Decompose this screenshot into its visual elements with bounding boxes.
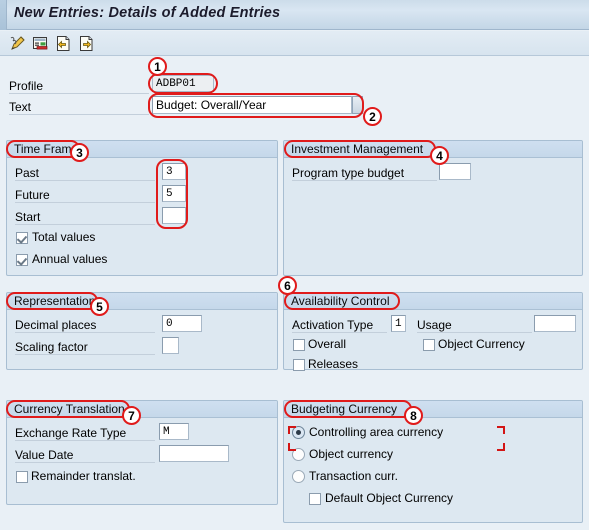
currency-translation-group: Currency Translation Exchange Rate Type … bbox=[6, 400, 278, 505]
pencil-edit-icon[interactable] bbox=[9, 35, 26, 52]
time-frame-title: Time Frame bbox=[14, 142, 79, 156]
default-object-currency-checkbox[interactable] bbox=[309, 493, 321, 505]
past-value-field[interactable]: 3 bbox=[162, 163, 186, 180]
availability-control-title: Availability Control bbox=[291, 294, 390, 308]
availability-control-header: Availability Control bbox=[284, 293, 582, 310]
transaction-curr-label: Transaction curr. bbox=[309, 469, 398, 483]
start-label-rule bbox=[15, 224, 155, 225]
scaling-factor-value-field[interactable] bbox=[162, 337, 179, 354]
exchange-rate-type-value-field[interactable]: M bbox=[159, 423, 189, 440]
budgeting-currency-group: Budgeting Currency Controlling area curr… bbox=[283, 400, 583, 523]
text-field-expand-button[interactable] bbox=[352, 96, 363, 114]
annotation-number-2: 2 bbox=[363, 107, 382, 126]
value-date-label: Value Date bbox=[15, 448, 74, 462]
exchange-rate-type-label-rule bbox=[15, 440, 155, 441]
annual-values-checkbox[interactable] bbox=[16, 254, 28, 266]
usage-label: Usage bbox=[417, 318, 452, 332]
activation-type-label: Activation Type bbox=[292, 318, 374, 332]
remainder-translat-checkbox[interactable] bbox=[16, 471, 28, 483]
usage-label-rule bbox=[417, 332, 532, 333]
document-display-icon[interactable] bbox=[32, 35, 49, 52]
start-label: Start bbox=[15, 210, 41, 224]
program-type-budget-label: Program type budget bbox=[292, 166, 405, 180]
scaling-factor-label: Scaling factor bbox=[15, 340, 88, 354]
total-values-checkbox[interactable] bbox=[16, 232, 28, 244]
start-value-field[interactable] bbox=[162, 207, 186, 224]
investment-management-group: Investment Management Program type budge… bbox=[283, 140, 583, 276]
page-title: New Entries: Details of Added Entries bbox=[14, 5, 281, 21]
program-type-budget-value-field[interactable] bbox=[439, 163, 471, 180]
investment-management-header: Investment Management bbox=[284, 141, 582, 158]
future-label-rule bbox=[15, 202, 155, 203]
titlebar-accent-strip bbox=[0, 0, 7, 30]
profile-label: Profile bbox=[9, 79, 44, 93]
sap-details-screen: New Entries: Details of Added Entries Pr… bbox=[0, 0, 589, 530]
activation-type-label-rule bbox=[292, 332, 387, 333]
previous-entry-icon[interactable] bbox=[55, 35, 72, 52]
future-label: Future bbox=[15, 188, 50, 202]
value-date-label-rule bbox=[15, 462, 155, 463]
overall-checkbox[interactable] bbox=[293, 339, 305, 351]
decimal-places-label: Decimal places bbox=[15, 318, 97, 332]
object-currency-radio-label: Object currency bbox=[309, 447, 394, 461]
annotation-number-1: 1 bbox=[148, 57, 167, 76]
representation-group: Representation Decimal places 0 Scaling … bbox=[6, 292, 278, 370]
time-frame-header: Time Frame bbox=[7, 141, 277, 158]
value-date-value-field[interactable] bbox=[159, 445, 229, 462]
time-frame-group: Time Frame Past 3 Future 5 Start Total v… bbox=[6, 140, 278, 276]
currency-translation-title: Currency Translation bbox=[14, 402, 125, 416]
releases-label: Releases bbox=[308, 357, 359, 371]
overall-label: Overall bbox=[308, 337, 347, 351]
representation-title: Representation bbox=[14, 294, 96, 308]
currency-translation-header: Currency Translation bbox=[7, 401, 277, 418]
controlling-area-currency-radio[interactable] bbox=[292, 426, 305, 439]
window-titlebar: New Entries: Details of Added Entries bbox=[0, 0, 589, 30]
decimal-places-label-rule bbox=[15, 332, 155, 333]
transaction-curr-radio[interactable] bbox=[292, 470, 305, 483]
investment-management-title: Investment Management bbox=[291, 142, 424, 156]
remainder-translat-label: Remainder translat. bbox=[31, 469, 136, 483]
text-label-rule bbox=[9, 114, 149, 115]
text-label: Text bbox=[9, 100, 32, 114]
decimal-places-value-field[interactable]: 0 bbox=[162, 315, 202, 332]
budgeting-currency-header: Budgeting Currency bbox=[284, 401, 582, 418]
profile-label-rule bbox=[9, 93, 149, 94]
annual-values-label: Annual values bbox=[32, 252, 108, 266]
object-currency-label: Object Currency bbox=[438, 337, 525, 351]
past-label: Past bbox=[15, 166, 40, 180]
exchange-rate-type-label: Exchange Rate Type bbox=[15, 426, 127, 440]
total-values-label: Total values bbox=[32, 230, 96, 244]
past-label-rule bbox=[15, 180, 155, 181]
profile-value-field[interactable]: ADBP01 bbox=[152, 75, 214, 92]
usage-value-field[interactable] bbox=[534, 315, 576, 332]
next-entry-icon[interactable] bbox=[78, 35, 95, 52]
availability-control-group: Availability Control Activation Type 1 U… bbox=[283, 292, 583, 371]
text-value-field[interactable]: Budget: Overall/Year bbox=[152, 96, 352, 114]
activation-type-value-field[interactable]: 1 bbox=[391, 315, 406, 332]
object-currency-radio[interactable] bbox=[292, 448, 305, 461]
object-currency-checkbox[interactable] bbox=[423, 339, 435, 351]
budgeting-currency-title: Budgeting Currency bbox=[291, 402, 398, 416]
future-value-field[interactable]: 5 bbox=[162, 185, 186, 202]
scaling-factor-label-rule bbox=[15, 354, 155, 355]
releases-checkbox[interactable] bbox=[293, 359, 305, 371]
default-object-currency-label: Default Object Currency bbox=[325, 491, 454, 505]
program-type-budget-label-rule bbox=[292, 180, 437, 181]
application-toolbar bbox=[0, 31, 589, 56]
representation-header: Representation bbox=[7, 293, 277, 310]
controlling-area-currency-label: Controlling area currency bbox=[309, 425, 444, 439]
